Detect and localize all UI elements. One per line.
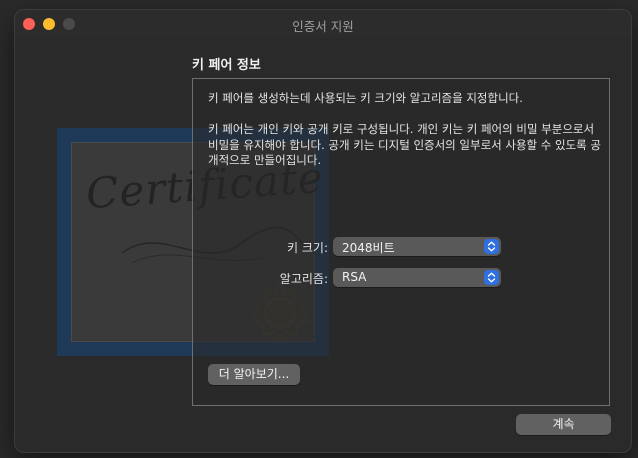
description-text: 키 페어를 생성하는데 사용되는 키 크기와 알고리즘을 지정합니다. bbox=[208, 91, 523, 105]
key-size-select[interactable]: 2048비트 bbox=[333, 237, 501, 256]
description-detail-text: 키 페어는 개인 키와 공개 키로 구성됩니다. 개인 키는 키 페어의 비밀 … bbox=[208, 122, 602, 167]
chevron-up-down-icon bbox=[484, 239, 499, 254]
key-pair-panel: 키 페어를 생성하는데 사용되는 키 크기와 알고리즘을 지정합니다. 키 페어… bbox=[192, 78, 610, 406]
section-title: 키 페어 정보 bbox=[192, 58, 261, 73]
key-size-value: 2048비트 bbox=[342, 241, 395, 255]
algorithm-value: RSA bbox=[342, 270, 367, 284]
learn-more-button[interactable]: 더 알아보기... bbox=[208, 364, 300, 385]
algorithm-select[interactable]: RSA bbox=[333, 268, 501, 287]
algorithm-label: 알고리즘: bbox=[279, 272, 328, 286]
continue-button[interactable]: 계속 bbox=[516, 414, 611, 435]
window-title: 인증서 지원 bbox=[292, 19, 354, 34]
key-size-label: 키 크기: bbox=[287, 241, 328, 255]
certificate-assistant-window: 인증서 지원 Certificate 키 페어 정보 키 페어를 생성하는데 사… bbox=[14, 9, 632, 453]
chevron-up-down-icon bbox=[484, 270, 499, 285]
title-bar: 인증서 지원 bbox=[15, 10, 631, 38]
